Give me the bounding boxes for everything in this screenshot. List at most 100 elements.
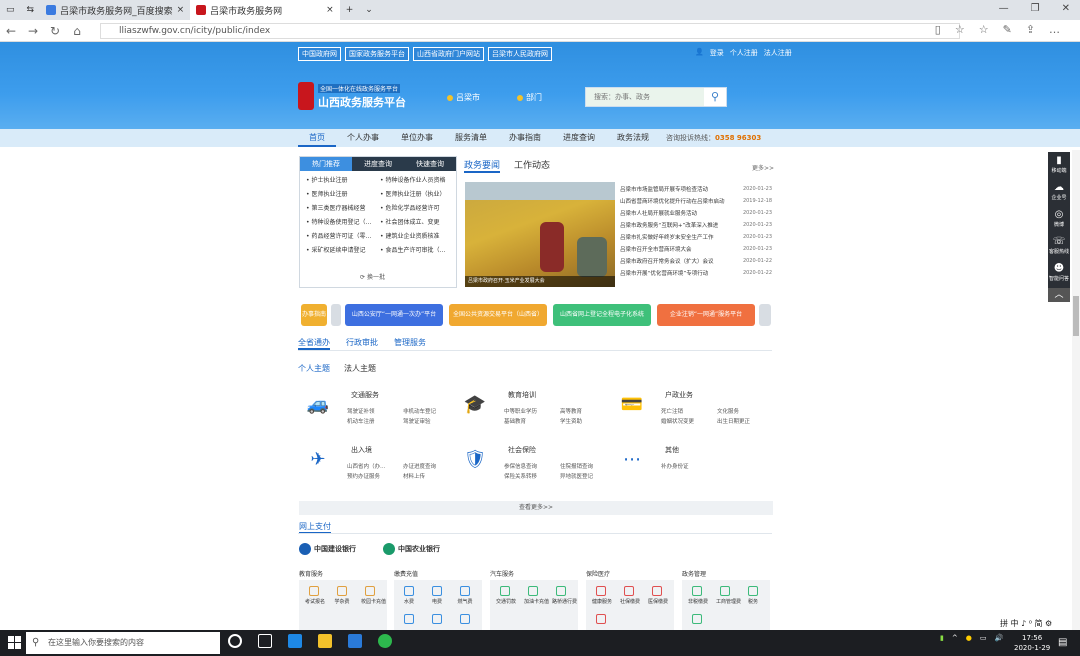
service-card-other[interactable]: ⋯ 其他 补办身份证 — [617, 445, 767, 495]
service-sub[interactable]: 出生日期更正 — [717, 417, 750, 425]
service-sub[interactable]: 文化服务 — [717, 407, 739, 415]
pay-item[interactable]: 医保缴费 — [648, 586, 668, 605]
cancellation-promo-button[interactable]: 企业注销“一网通”服务平台 — [657, 304, 755, 326]
service-sub[interactable]: 机动车注册 — [347, 417, 375, 425]
bank-abc[interactable]: 中国农业银行 — [383, 543, 440, 555]
network-icon[interactable]: ▭ — [980, 634, 987, 642]
pay-item[interactable]: 水费 — [400, 586, 418, 605]
pay-item[interactable]: 路桥通行费 — [552, 586, 577, 605]
share-icon[interactable]: ⇪ — [1026, 23, 1035, 36]
list-item[interactable]: • 护士执业注册 — [306, 175, 376, 184]
task-view-icon[interactable] — [258, 634, 272, 648]
nav-home[interactable]: 首页 — [298, 129, 336, 147]
service-card-education[interactable]: 🎓 教育培训 中等职业学历 高等教育 基础教育 学生资助 — [460, 390, 610, 440]
volume-icon[interactable]: 🔊 — [994, 634, 1003, 642]
file-explorer-icon[interactable] — [318, 634, 332, 648]
pay-item[interactable]: 非税缴费 — [688, 586, 708, 605]
favorites-hub-icon[interactable]: ☆ — [979, 23, 989, 36]
search-input[interactable] — [586, 88, 704, 106]
edge-icon[interactable] — [288, 634, 302, 648]
tab-set-aside-icon[interactable]: ⇆ — [21, 0, 41, 20]
service-sub[interactable]: 预约办证服务 — [347, 472, 380, 480]
service-sub[interactable]: 山西省内（办… — [347, 462, 386, 470]
list-item[interactable]: • 第三类医疗器械经营 — [306, 203, 376, 212]
service-card-traffic[interactable]: 🚙 交通服务 驾驶证补领 非机动车登记 机动车注册 驾驶证审验 — [303, 390, 453, 440]
nav-progress[interactable]: 进度查询 — [552, 129, 606, 147]
pay-item[interactable] — [592, 614, 610, 624]
weibo-button[interactable]: ◎ 微博 — [1048, 206, 1070, 233]
list-item[interactable]: • 医师执业注册 — [306, 189, 376, 198]
refresh-icon[interactable]: ↻ — [44, 24, 66, 38]
pay-item[interactable]: 社保缴费 — [620, 586, 640, 605]
login-link[interactable]: 登录 — [710, 48, 724, 58]
tab-personal-theme[interactable]: 个人主题 — [298, 363, 330, 374]
wechat-icon[interactable] — [378, 634, 392, 648]
mobile-button[interactable]: ▮ 移动端 — [1048, 152, 1070, 179]
chevron-up-icon[interactable]: ^ — [952, 634, 958, 642]
more-icon[interactable]: … — [1049, 23, 1060, 36]
nav-service-list[interactable]: 服务清单 — [444, 129, 498, 147]
home-icon[interactable]: ⌂ — [66, 24, 88, 38]
news-photo[interactable]: 吕梁市政府召开·玉米产业发展大会 — [465, 182, 615, 287]
news-item[interactable]: 吕梁市市场监管局开展专项检查活动 2020-01-23 — [620, 183, 772, 195]
browser-tab-search[interactable]: 吕梁市政务服务网_百度搜索 × — [40, 0, 190, 20]
service-sub[interactable]: 高等教育 — [560, 407, 582, 415]
site-logo[interactable]: 全国一体化在线政务服务平台 山西政务服务平台 — [298, 82, 428, 112]
pay-item[interactable]: 学杂费 — [333, 586, 351, 605]
tab-news[interactable]: 政务要闻 — [464, 158, 501, 173]
tab-progress[interactable]: 进度查询 — [352, 157, 404, 171]
news-item[interactable]: 吕梁市人社局开展就业服务活动 2020-01-23 — [620, 207, 772, 219]
nav-guide[interactable]: 办事指南 — [498, 129, 552, 147]
collapse-button[interactable]: ︿ — [1048, 288, 1070, 302]
pay-item[interactable]: 电费 — [428, 586, 446, 605]
pay-item[interactable] — [456, 614, 474, 624]
news-item[interactable]: 吕梁市开展“优化营商环境”专项行动 2020-01-22 — [620, 267, 772, 279]
cortana-icon[interactable] — [228, 634, 242, 648]
prev-arrow[interactable] — [331, 304, 341, 326]
favorite-star-icon[interactable]: ☆ — [955, 23, 965, 36]
nav-personal[interactable]: 个人办事 — [336, 129, 390, 147]
list-item[interactable]: • 特种设备作业人员资格 — [380, 175, 450, 184]
service-sub[interactable]: 补办身份证 — [661, 462, 689, 470]
resource-promo-button[interactable]: 全国公共资源交易平台（山西省） — [449, 304, 547, 326]
list-item[interactable]: • 社会团体成立、变更 — [380, 217, 450, 226]
tab-management[interactable]: 管理服务 — [394, 337, 426, 350]
minimize-icon[interactable]: — — [999, 3, 1009, 14]
search-button[interactable]: ⚲ — [704, 88, 726, 106]
new-tab-button[interactable]: + — [340, 0, 360, 20]
tab-back-icon[interactable]: ▭ — [0, 0, 21, 20]
pay-item[interactable]: 工商管理费 — [716, 586, 741, 605]
pay-item[interactable] — [688, 614, 706, 624]
service-sub[interactable]: 参保信息查询 — [504, 462, 537, 470]
news-item[interactable]: 吕梁市政务服务“互联网+”改革深入推进 2020-01-23 — [620, 219, 772, 231]
service-sub[interactable]: 保险关系转移 — [504, 472, 537, 480]
close-window-icon[interactable]: ✕ — [1062, 3, 1070, 14]
pay-item[interactable]: 考试报名 — [305, 586, 325, 605]
service-sub[interactable]: 办证进度查询 — [403, 462, 436, 470]
service-card-insurance[interactable]: 🛡 社会保险 参保信息查询 住院报销查询 保险关系转移 异地就医登记 — [460, 445, 610, 495]
qa-button[interactable]: ☻ 智能问答 — [1048, 260, 1070, 287]
register-link[interactable]: 个人注册 — [730, 48, 758, 58]
tab-legal-theme[interactable]: 法人主题 — [344, 363, 376, 374]
windows-start-icon[interactable] — [8, 636, 22, 650]
pay-item[interactable]: 健康服务 — [592, 586, 612, 605]
service-sub[interactable]: 中等职业学历 — [504, 407, 537, 415]
news-item[interactable]: 山西省营商环境优化提升行动在吕梁市启动 2019-12-18 — [620, 195, 772, 207]
list-item[interactable]: • 药品经营许可证（零… — [306, 231, 376, 240]
refresh-button[interactable]: ⟳ 换一批 — [360, 272, 385, 281]
nav-enterprise[interactable]: 单位办事 — [390, 129, 444, 147]
store-icon[interactable] — [348, 634, 362, 648]
wechat-button[interactable]: ☁ 企业号 — [1048, 179, 1070, 206]
taskbar-clock[interactable]: 17:56 2020-1-29 — [1014, 633, 1050, 653]
tab-work[interactable]: 工作动态 — [514, 158, 550, 173]
toplink[interactable]: 中国政府网 — [298, 47, 341, 61]
url-input[interactable]: lliaszwfw.gov.cn/icity/public/index — [100, 23, 960, 39]
legal-register-link[interactable]: 法人注册 — [764, 48, 792, 58]
service-card-exit-entry[interactable]: ✈ 出入境 山西省内（办… 办证进度查询 预约办证服务 材料上传 — [303, 445, 453, 495]
dept-selector[interactable]: 部门 — [517, 92, 542, 103]
news-more-link[interactable]: 更多>> — [752, 163, 774, 172]
guide-promo-button[interactable]: 办事指南 — [301, 304, 327, 326]
list-item[interactable]: • 危险化学品经营许可 — [380, 203, 450, 212]
pay-item[interactable] — [400, 614, 418, 624]
list-item[interactable]: • 食品生产许可审批（… — [380, 245, 450, 254]
